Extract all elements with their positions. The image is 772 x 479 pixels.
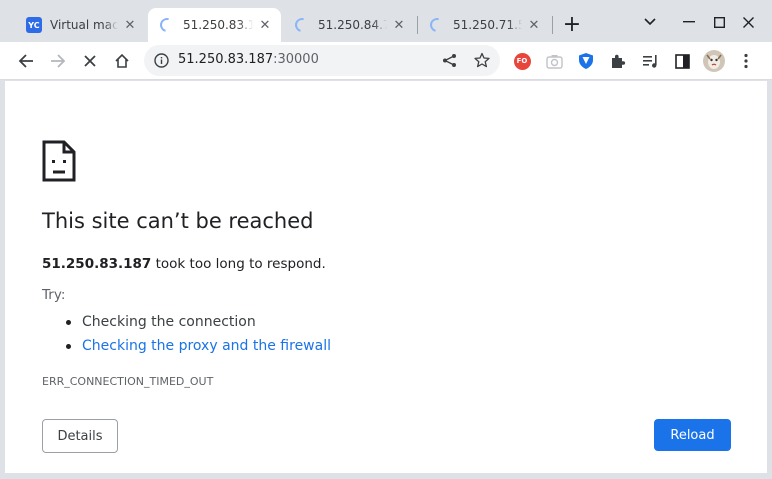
address-bar[interactable]: 51.250.83.187:30000: [144, 45, 500, 76]
close-window-icon[interactable]: [734, 8, 762, 36]
suggestion-check-proxy-link[interactable]: Checking the proxy and the firewall: [42, 334, 331, 358]
tab-title: 51.250.83.187: [183, 18, 253, 32]
tab-51-250-71-57[interactable]: 51.250.71.57 ✕: [418, 8, 550, 42]
close-icon[interactable]: ✕: [122, 17, 138, 33]
back-icon[interactable]: [12, 47, 40, 75]
url-text: 51.250.83.187:30000: [178, 52, 319, 67]
share-icon[interactable]: [442, 53, 457, 72]
suggestion-list: Checking the connection Checking the pro…: [42, 310, 331, 358]
media-control-icon[interactable]: [636, 47, 664, 75]
menu-kebab-icon[interactable]: [732, 47, 760, 75]
shield-extension-icon[interactable]: [572, 47, 600, 75]
close-icon[interactable]: ✕: [391, 17, 407, 33]
tab-active[interactable]: 51.250.83.187 ✕: [148, 8, 281, 42]
details-button[interactable]: Details: [42, 419, 118, 453]
stop-icon[interactable]: [76, 47, 104, 75]
tab-separator: [552, 16, 553, 34]
fo-badge: FO: [513, 52, 531, 70]
side-panel-icon[interactable]: [668, 47, 696, 75]
error-code: ERR_CONNECTION_TIMED_OUT: [42, 375, 214, 388]
close-icon[interactable]: ✕: [257, 17, 273, 33]
tab-search-chevron-icon[interactable]: [636, 8, 664, 36]
avatar[interactable]: [700, 47, 728, 75]
minimize-icon[interactable]: [675, 8, 703, 36]
tab-strip: YC Virtual machi ✕ 51.250.83.187 ✕ 51.25…: [0, 0, 772, 42]
error-summary: 51.250.83.187 took too long to respond.: [42, 256, 326, 272]
try-label: Try:: [42, 287, 66, 303]
tab-virtual-machines[interactable]: YC Virtual machi ✕: [14, 8, 146, 42]
tab-title: Virtual machi: [50, 18, 118, 32]
error-page: This site can’t be reached 51.250.83.187…: [5, 81, 767, 473]
error-summary-text: took too long to respond.: [151, 256, 326, 272]
url-host: 51.250.83.187: [178, 52, 274, 67]
sad-page-icon: [42, 140, 76, 186]
loading-spinner-icon: [292, 15, 312, 35]
close-icon[interactable]: ✕: [526, 17, 542, 33]
camera-extension-icon[interactable]: [540, 47, 568, 75]
error-host: 51.250.83.187: [42, 256, 152, 272]
maximize-icon[interactable]: [705, 8, 733, 36]
fo-extension-icon[interactable]: FO: [508, 47, 536, 75]
tab-title: 51.250.84.79: [318, 18, 387, 32]
suggestion-check-connection: Checking the connection: [42, 310, 331, 334]
page-title: This site can’t be reached: [42, 209, 314, 233]
home-icon[interactable]: [108, 47, 136, 75]
toolbar: 51.250.83.187:30000 FO: [0, 42, 772, 80]
bookmark-star-icon[interactable]: [474, 52, 490, 72]
loading-spinner-icon: [427, 15, 447, 35]
loading-spinner-icon: [157, 15, 177, 35]
tab-title: 51.250.71.57: [453, 18, 522, 32]
url-port: :30000: [273, 52, 319, 67]
forward-icon[interactable]: [44, 47, 72, 75]
tab-51-250-84-79[interactable]: 51.250.84.79 ✕: [283, 8, 415, 42]
new-tab-button[interactable]: +: [560, 12, 584, 37]
site-info-icon[interactable]: [154, 53, 169, 72]
yc-icon: YC: [26, 17, 42, 33]
extensions-puzzle-icon[interactable]: [604, 47, 632, 75]
reload-button[interactable]: Reload: [654, 419, 731, 451]
